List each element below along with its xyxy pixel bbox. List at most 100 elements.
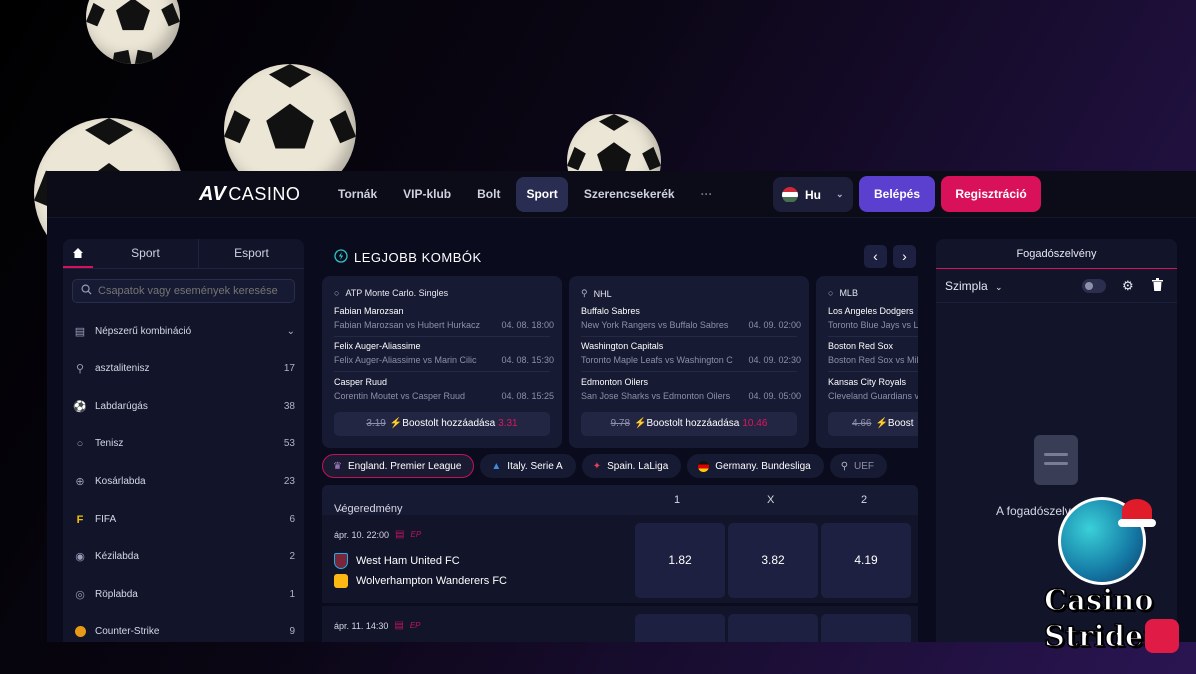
serie-a-icon: ▲ [491, 460, 502, 472]
combo-time: 04. 09. 05:00 [748, 391, 801, 401]
boost-label: Boostolt hozzáadása [402, 418, 496, 429]
away-team-name: Wolverhampton Wanderers FC [356, 575, 507, 587]
divider [334, 371, 550, 372]
gear-icon[interactable]: ⚙ [1122, 278, 1134, 294]
sidebar-item-handball[interactable]: ◉ Kézilabda 2 [63, 538, 304, 575]
baseball-icon: ○ [828, 288, 834, 298]
handball-icon: ◉ [75, 551, 85, 563]
odds-away-button[interactable]: 4.19 [821, 523, 911, 598]
sidebar-item-basketball[interactable]: ⊕ Kosárlabda 23 [63, 463, 304, 500]
odds-home-button[interactable]: 1.82 [635, 523, 725, 598]
sidebar-item-volleyball[interactable]: ◎ Röplabda 1 [63, 576, 304, 613]
league-pill-label: UEF [854, 460, 875, 472]
combo-time: 04. 09. 02:30 [748, 355, 801, 365]
combo-card[interactable]: ○ ATP Monte Carlo. Singles Fabian Marozsa… [322, 276, 562, 448]
new-odds: 10.46 [742, 418, 768, 429]
watermark-line1: Casino [1043, 582, 1154, 618]
combo-pick: Los Angeles Dodgers [828, 306, 914, 316]
add-boosted-button[interactable]: 3.19 ⚡Boostolt hozzáadása 3.31 [334, 412, 550, 436]
combo-pick: Edmonton Oilers [581, 377, 649, 387]
sidebar-item-table-tennis[interactable]: ⚲ asztalitenisz 17 [63, 350, 304, 387]
nav-sport[interactable]: Sport [516, 177, 568, 212]
tab-esport[interactable]: Esport [199, 239, 304, 268]
tab-sport[interactable]: Sport [93, 239, 199, 268]
league-pill-uefa[interactable]: ⚲ UEF [829, 454, 888, 478]
betslip-title: Fogadószelvény [936, 239, 1177, 269]
add-boosted-button[interactable]: 4.66 ⚡Boost [828, 412, 918, 436]
home-icon[interactable] [63, 239, 93, 268]
sidebar-item-count: 23 [283, 476, 295, 487]
combo-teams: Corentin Moutet vs Casper Ruud [334, 391, 466, 401]
divider [581, 336, 797, 337]
combo-selection: Felix Auger-Aliassime Felix Auger-Aliassi… [334, 341, 554, 365]
combo-pick: Buffalo Sabres [581, 306, 640, 316]
league-pill-label: Italy. Serie A [507, 460, 563, 472]
carousel-prev-button[interactable]: ‹ [864, 245, 887, 268]
combo-league: ⚲ NHL [581, 288, 612, 299]
combo-teams: Boston Red Sox vs Mil [828, 355, 918, 365]
sidebar-item-count: 38 [283, 401, 295, 412]
combo-pick: Washington Capitals [581, 341, 664, 351]
nav-shop[interactable]: Bolt [467, 177, 510, 212]
divider [581, 371, 797, 372]
sidebar-item-label: Kosárlabda [95, 476, 146, 487]
league-pill-premier-league[interactable]: ♛ England. Premier League [322, 454, 475, 478]
nav-vip-club[interactable]: VIP-klub [393, 177, 461, 212]
hungary-flag-icon [782, 186, 798, 203]
combo-time: 04. 09. 02:00 [748, 320, 801, 330]
odds-away-button[interactable] [821, 614, 911, 642]
league-pill-serie-a[interactable]: ▲ Italy. Serie A [480, 454, 576, 478]
lightning-icon: ⚡ [875, 418, 888, 429]
betslip-toolbar: Szimpla ⌄ ⚙ [936, 269, 1177, 303]
combo-card[interactable]: ○ MLB Los Angeles Dodgers Toronto Blue Jay… [816, 276, 918, 448]
sidebar-item-tennis[interactable]: ○ Tenisz 53 [63, 425, 304, 462]
combo-selection: Casper Ruud Corentin Moutet vs Casper Ruu… [334, 377, 554, 401]
basketball-icon: ⊕ [75, 476, 85, 488]
search-input[interactable] [98, 285, 288, 297]
combo-selection: Los Angeles Dodgers Toronto Blue Jays vs … [828, 306, 918, 330]
sidebar-item-counter-strike[interactable]: Counter-Strike 9 [63, 613, 304, 642]
combo-selection: Washington Capitals Toronto Maple Leafs v… [581, 341, 801, 365]
login-button[interactable]: Belépés [859, 176, 935, 212]
combo-teams: San Jose Sharks vs Edmonton Oilers [581, 391, 731, 401]
bet-type-selector[interactable]: Szimpla ⌄ [945, 279, 1003, 293]
league-pill-laliga[interactable]: ✦ Spain. LaLiga [581, 454, 682, 478]
carousel-next-button[interactable]: › [893, 245, 916, 268]
sidebar-item-count: 1 [289, 589, 295, 600]
odds-home-button[interactable] [635, 614, 725, 642]
sidebar-item-popular-combo[interactable]: ▤ Népszerű kombináció ⌄ [63, 313, 304, 350]
hockey-icon: ⚲ [581, 288, 588, 298]
combo-card[interactable]: ⚲ NHL Buffalo Sabres New York Rangers vs B… [569, 276, 809, 448]
combo-pick: Fabian Marozsan [334, 306, 404, 316]
chat-button[interactable] [1145, 619, 1179, 653]
quick-bet-toggle[interactable] [1082, 279, 1106, 293]
add-boosted-button[interactable]: 9.78 ⚡Boostolt hozzáadása 10.46 [581, 412, 797, 436]
sidebar-item-count: 6 [289, 514, 295, 525]
sidebar-item-fifa[interactable]: F FIFA 6 [63, 501, 304, 538]
language-selector[interactable]: Hu ⌄ [773, 177, 853, 212]
divider [828, 371, 918, 372]
match-row: ápr. 11. 14:30 ▤ EP [322, 606, 918, 642]
combo-league-name: NHL [593, 288, 612, 299]
combo-league: ○ ATP Monte Carlo. Singles [334, 288, 448, 298]
chevron-down-icon: ⌄ [337, 503, 345, 513]
sidebar-item-count: 2 [289, 551, 295, 562]
sidebar-item-football[interactable]: ⚽ Labdarúgás 38 [63, 388, 304, 425]
match-row: ápr. 10. 22:00 ▤ EP West Ham United FC Wol… [322, 515, 918, 603]
trash-icon[interactable] [1152, 278, 1163, 294]
league-pill-bundesliga[interactable]: Germany. Bundesliga [687, 454, 824, 478]
fifa-icon: F [76, 513, 84, 526]
lightning-icon: ⚡ [389, 418, 403, 429]
combo-pick: Felix Auger-Aliassime [334, 341, 421, 351]
casino-logo[interactable]: AV CASINO [199, 183, 300, 206]
register-button[interactable]: Regisztráció [941, 176, 1041, 212]
odds-draw-button[interactable] [728, 614, 818, 642]
new-odds: 3.31 [498, 418, 518, 429]
nav-tournaments[interactable]: Tornák [328, 177, 387, 212]
stats-icon[interactable]: ▤ [395, 529, 404, 540]
divider [334, 336, 550, 337]
nav-more-icon[interactable]: ··· [691, 177, 723, 212]
stats-icon[interactable]: ▤ [394, 620, 403, 631]
odds-draw-button[interactable]: 3.82 [728, 523, 818, 598]
nav-wheel-of-fortune[interactable]: Szerencsekerék [574, 177, 685, 212]
